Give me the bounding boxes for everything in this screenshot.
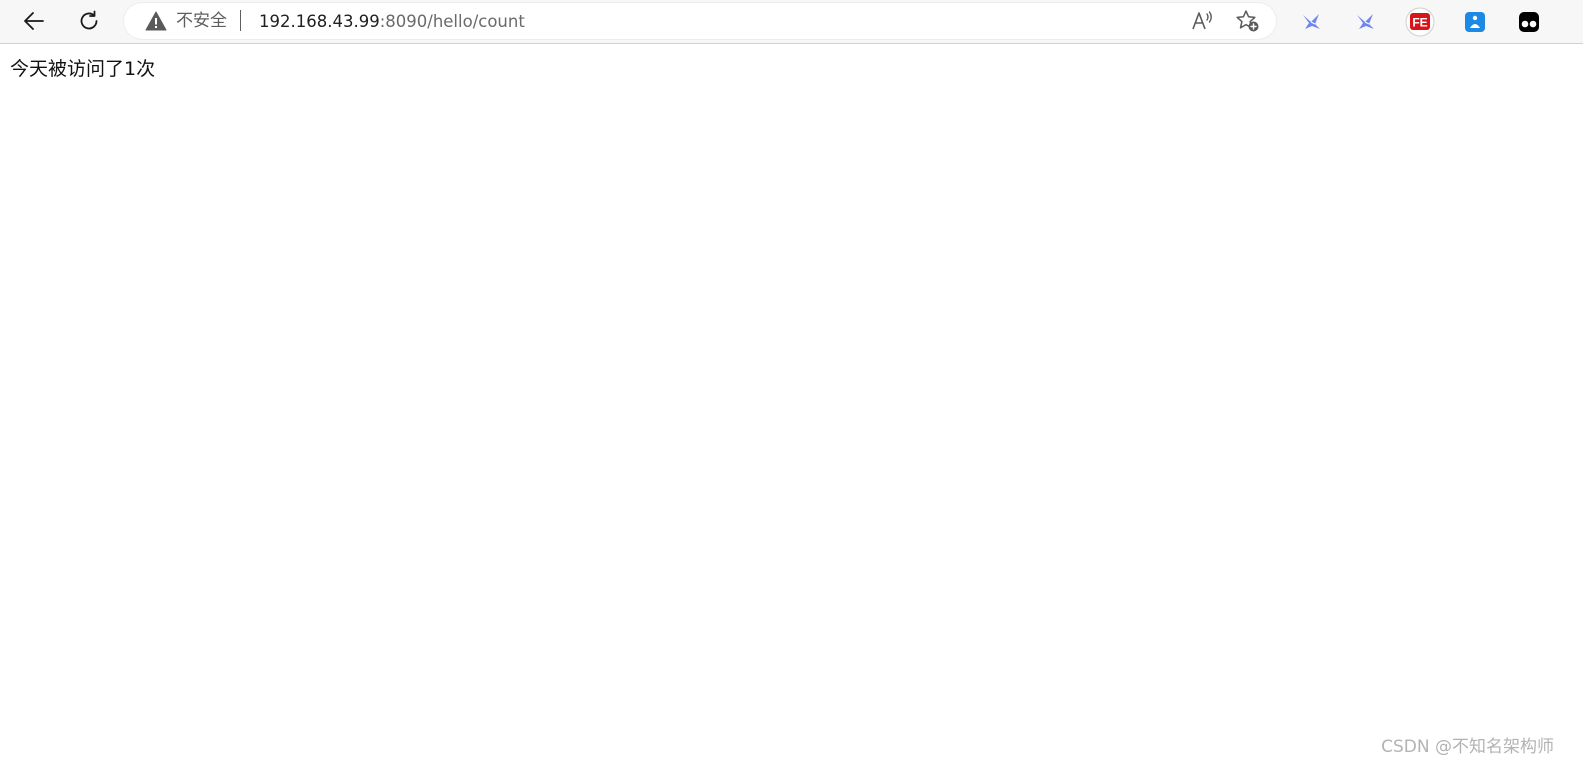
add-favorite-icon[interactable] (1234, 8, 1262, 34)
bird-extension-icon[interactable] (1351, 7, 1381, 37)
address-bar[interactable]: 不安全 192.168.43.99:8090/hello/count (124, 3, 1276, 39)
url-path: :8090/hello/count (379, 12, 525, 31)
watermark: CSDN @不知名架构师 (1381, 737, 1554, 757)
back-arrow-icon (22, 10, 46, 32)
reload-button[interactable] (73, 6, 105, 36)
url-text[interactable]: 192.168.43.99:8090/hello/count (259, 11, 525, 33)
svg-text:FE: FE (1412, 16, 1427, 30)
url-separator (240, 10, 241, 31)
tampermonkey-extension-icon[interactable] (1514, 7, 1544, 37)
warning-icon[interactable] (145, 11, 167, 35)
bird-extension-icon[interactable] (1297, 7, 1327, 37)
fe-extension-icon[interactable]: FE (1405, 7, 1435, 37)
visit-count-text: 今天被访问了1次 (10, 58, 156, 80)
back-button[interactable] (18, 6, 50, 36)
read-aloud-icon[interactable] (1189, 8, 1217, 34)
reload-icon (77, 9, 101, 33)
blue-extension-icon[interactable] (1460, 7, 1490, 37)
security-label[interactable]: 不安全 (176, 10, 227, 32)
url-host: 192.168.43.99 (259, 12, 380, 31)
browser-toolbar: 不安全 192.168.43.99:8090/hello/count FE (0, 0, 1583, 44)
